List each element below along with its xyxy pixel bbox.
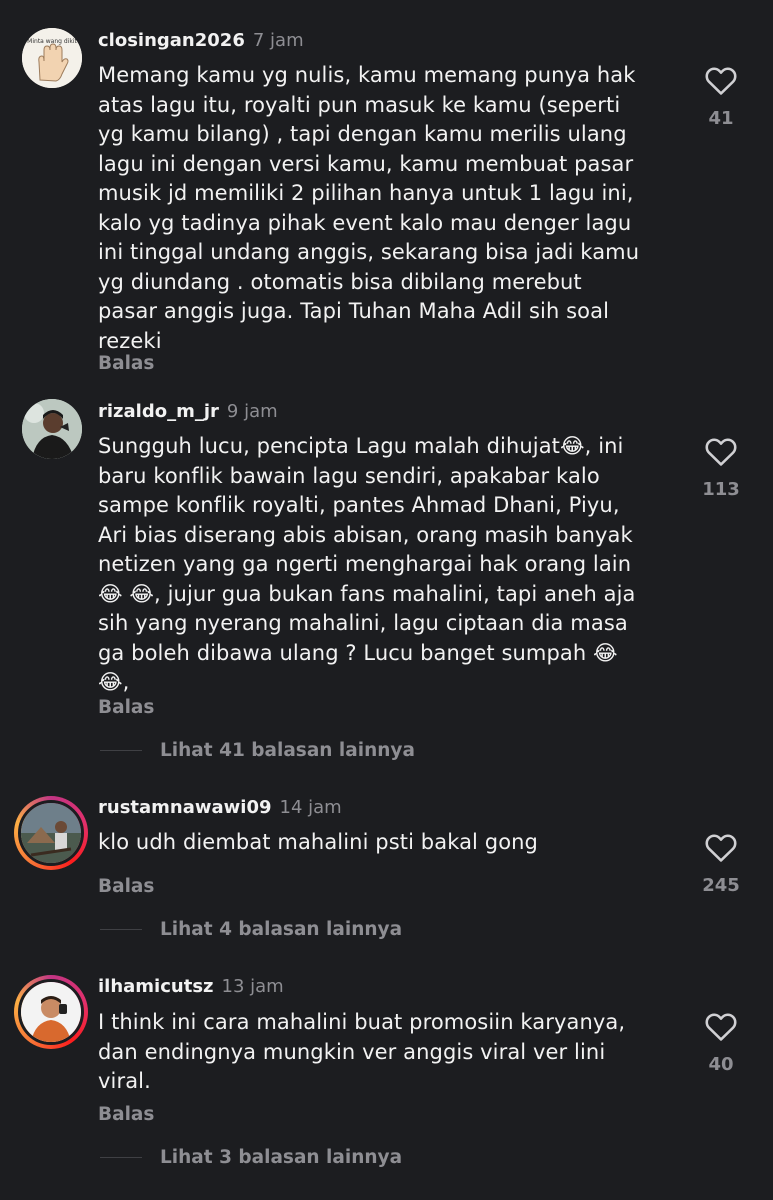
timestamp: 9 jam xyxy=(226,401,278,422)
comment-text: Sungguh lucu, pencipta Lagu malah dihuja… xyxy=(98,434,636,694)
like-count: 41 xyxy=(708,108,734,129)
comment-text: I think ini cara mahalini buat promosiin… xyxy=(98,1010,626,1093)
view-replies-link[interactable]: Lihat 4 balasan lainnya xyxy=(100,919,402,940)
like-control: 113 xyxy=(700,435,742,500)
like-count: 245 xyxy=(702,875,740,896)
timestamp: 7 jam xyxy=(252,30,304,51)
reply-button[interactable]: Balas xyxy=(98,876,154,897)
divider xyxy=(100,929,142,930)
view-replies-label: Lihat 41 balasan lainnya xyxy=(160,740,415,761)
comment-header: rustamnawawi09 14 jam xyxy=(98,797,342,818)
avatar[interactable]: Minta wang dikit xyxy=(22,28,82,88)
like-control: 41 xyxy=(700,64,742,129)
like-control: 40 xyxy=(700,1010,742,1075)
view-replies-link[interactable]: Lihat 3 balasan lainnya xyxy=(100,1147,402,1168)
comment-header: ilhamicutsz 13 jam xyxy=(98,976,284,997)
avatar xyxy=(18,800,84,866)
username[interactable]: rustamnawawi09 xyxy=(98,797,272,818)
username[interactable]: closingan2026 xyxy=(98,30,245,51)
timestamp: 14 jam xyxy=(279,797,342,818)
avatar[interactable] xyxy=(22,399,82,459)
username[interactable]: rizaldo_m_jr xyxy=(98,401,219,422)
avatar-with-story-ring[interactable] xyxy=(14,796,88,870)
reply-button[interactable]: Balas xyxy=(98,353,154,374)
divider xyxy=(100,750,142,751)
comment-header: rizaldo_m_jr 9 jam xyxy=(98,401,278,422)
heart-outline-icon[interactable] xyxy=(704,1010,738,1042)
avatar-hand-image: Minta wang dikit xyxy=(22,28,82,88)
username[interactable]: ilhamicutsz xyxy=(98,976,214,997)
avatar-photo xyxy=(21,982,81,1042)
heart-outline-icon[interactable] xyxy=(704,435,738,467)
view-replies-label: Lihat 3 balasan lainnya xyxy=(160,1147,403,1168)
like-count: 40 xyxy=(708,1054,734,1075)
avatar-photo xyxy=(21,803,81,863)
comment-header: closingan2026 7 jam xyxy=(98,30,304,51)
comment-text: klo udh diembat mahalini psti bakal gong xyxy=(98,830,538,854)
avatar-photo xyxy=(22,399,82,459)
heart-outline-icon[interactable] xyxy=(704,831,738,863)
heart-outline-icon[interactable] xyxy=(704,64,738,96)
reply-button[interactable]: Balas xyxy=(98,1104,154,1125)
avatar xyxy=(18,979,84,1045)
timestamp: 13 jam xyxy=(221,976,284,997)
divider xyxy=(100,1157,142,1158)
like-count: 113 xyxy=(702,479,740,500)
avatar-with-story-ring[interactable] xyxy=(14,975,88,1049)
like-control: 245 xyxy=(700,831,742,896)
reply-button[interactable]: Balas xyxy=(98,697,154,718)
view-replies-link[interactable]: Lihat 41 balasan lainnya xyxy=(100,740,415,761)
view-replies-label: Lihat 4 balasan lainnya xyxy=(160,919,403,940)
comment-text: Memang kamu yg nulis, kamu memang punya … xyxy=(98,63,640,353)
